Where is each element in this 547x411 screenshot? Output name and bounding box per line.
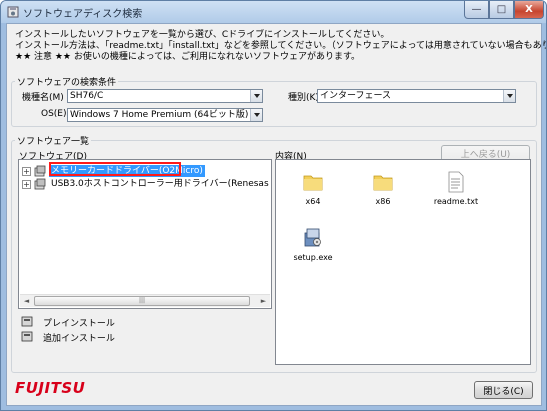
maximize-button[interactable]: □ [489,1,514,19]
install-icon [21,316,33,327]
selection-highlight-box [49,162,181,176]
file-name: x86 [375,197,391,206]
type-label: 種別(K) [288,93,319,103]
chevron-down-icon[interactable] [503,90,515,102]
folder-icon [373,175,393,191]
search-conditions-title: ソフトウェアの検索条件 [15,75,119,88]
close-window-button[interactable]: X [514,1,544,19]
expand-icon[interactable]: + [22,167,31,176]
expand-icon[interactable]: + [22,180,31,189]
scroll-right-icon[interactable]: ► [257,295,270,307]
package-icon [34,178,46,190]
os-value: Windows 7 Home Premium (64ビット版) [70,110,249,120]
additional-install-label: 追加インストール [43,334,115,344]
type-combo[interactable]: インターフェース [317,89,516,103]
preinstall-label: プレインストール [43,319,115,329]
file-item-x86[interactable]: x86 [353,171,413,206]
package-icon [34,165,46,177]
software-list-title: ソフトウェア一覧 [15,134,92,147]
type-value: インターフェース [320,91,392,101]
chevron-down-icon[interactable] [250,90,262,102]
fujitsu-logo: FUJITSU [15,379,86,397]
file-name: readme.txt [433,197,479,206]
tree-horizontal-scrollbar[interactable]: ◄ ||| ► [20,294,270,307]
intro-line-2: インストール方法は、「readme.txt」「install.txt」などを参照… [15,41,547,51]
dialog-body: インストールしたいソフトウェアを一覧から選び、Cドライブにインストールしてくださ… [6,23,546,406]
app-window: ソフトウェアディスク検索 — □ X インストールしたいソフトウェアを一覧から選… [0,0,547,411]
software-tree[interactable]: + メモリーカードドライバー(O2Micro) + USB3.0ホストコントロー… [18,159,272,309]
disk-search-icon [7,6,19,18]
text-file-icon [448,171,464,193]
file-item-x64[interactable]: x64 [283,171,343,206]
scroll-left-icon[interactable]: ◄ [20,295,33,307]
window-title: ソフトウェアディスク検索 [23,9,143,20]
model-label: 機種名(M) [22,93,64,103]
folder-icon [303,175,323,191]
intro-line-3: ★★ 注意 ★★ お使いの機種によっては、ご利用になれないソフトウェアがあります… [15,52,361,62]
tree-item-usb3[interactable]: + USB3.0ホストコントローラー用ドライバー(Renesas Electro… [22,178,271,190]
chevron-down-icon[interactable] [250,109,262,121]
file-item-readme[interactable]: readme.txt [426,171,486,206]
file-name: setup.exe [293,253,333,262]
install-icon [21,331,33,342]
title-bar[interactable]: ソフトウェアディスク検索 — □ X [1,1,546,23]
minimize-button[interactable]: — [464,1,489,19]
file-item-setup[interactable]: setup.exe [283,227,343,262]
os-combo[interactable]: Windows 7 Home Premium (64ビット版) [67,108,263,122]
contents-panel[interactable]: x64 x86 readme.txt setup.exe [275,159,531,365]
close-button[interactable]: 閉じる(C) [474,381,533,399]
model-combo[interactable]: SH76/C [67,89,263,103]
setup-exe-icon [304,228,321,247]
os-label: OS(E) [41,109,67,119]
scroll-thumb[interactable]: ||| [34,296,250,306]
intro-line-1: インストールしたいソフトウェアを一覧から選び、Cドライブにインストールしてくださ… [15,30,390,40]
model-value: SH76/C [70,91,104,101]
file-name: x64 [305,197,321,206]
tree-item-label: USB3.0ホストコントローラー用ドライバー(Renesas Electroni… [51,179,271,189]
